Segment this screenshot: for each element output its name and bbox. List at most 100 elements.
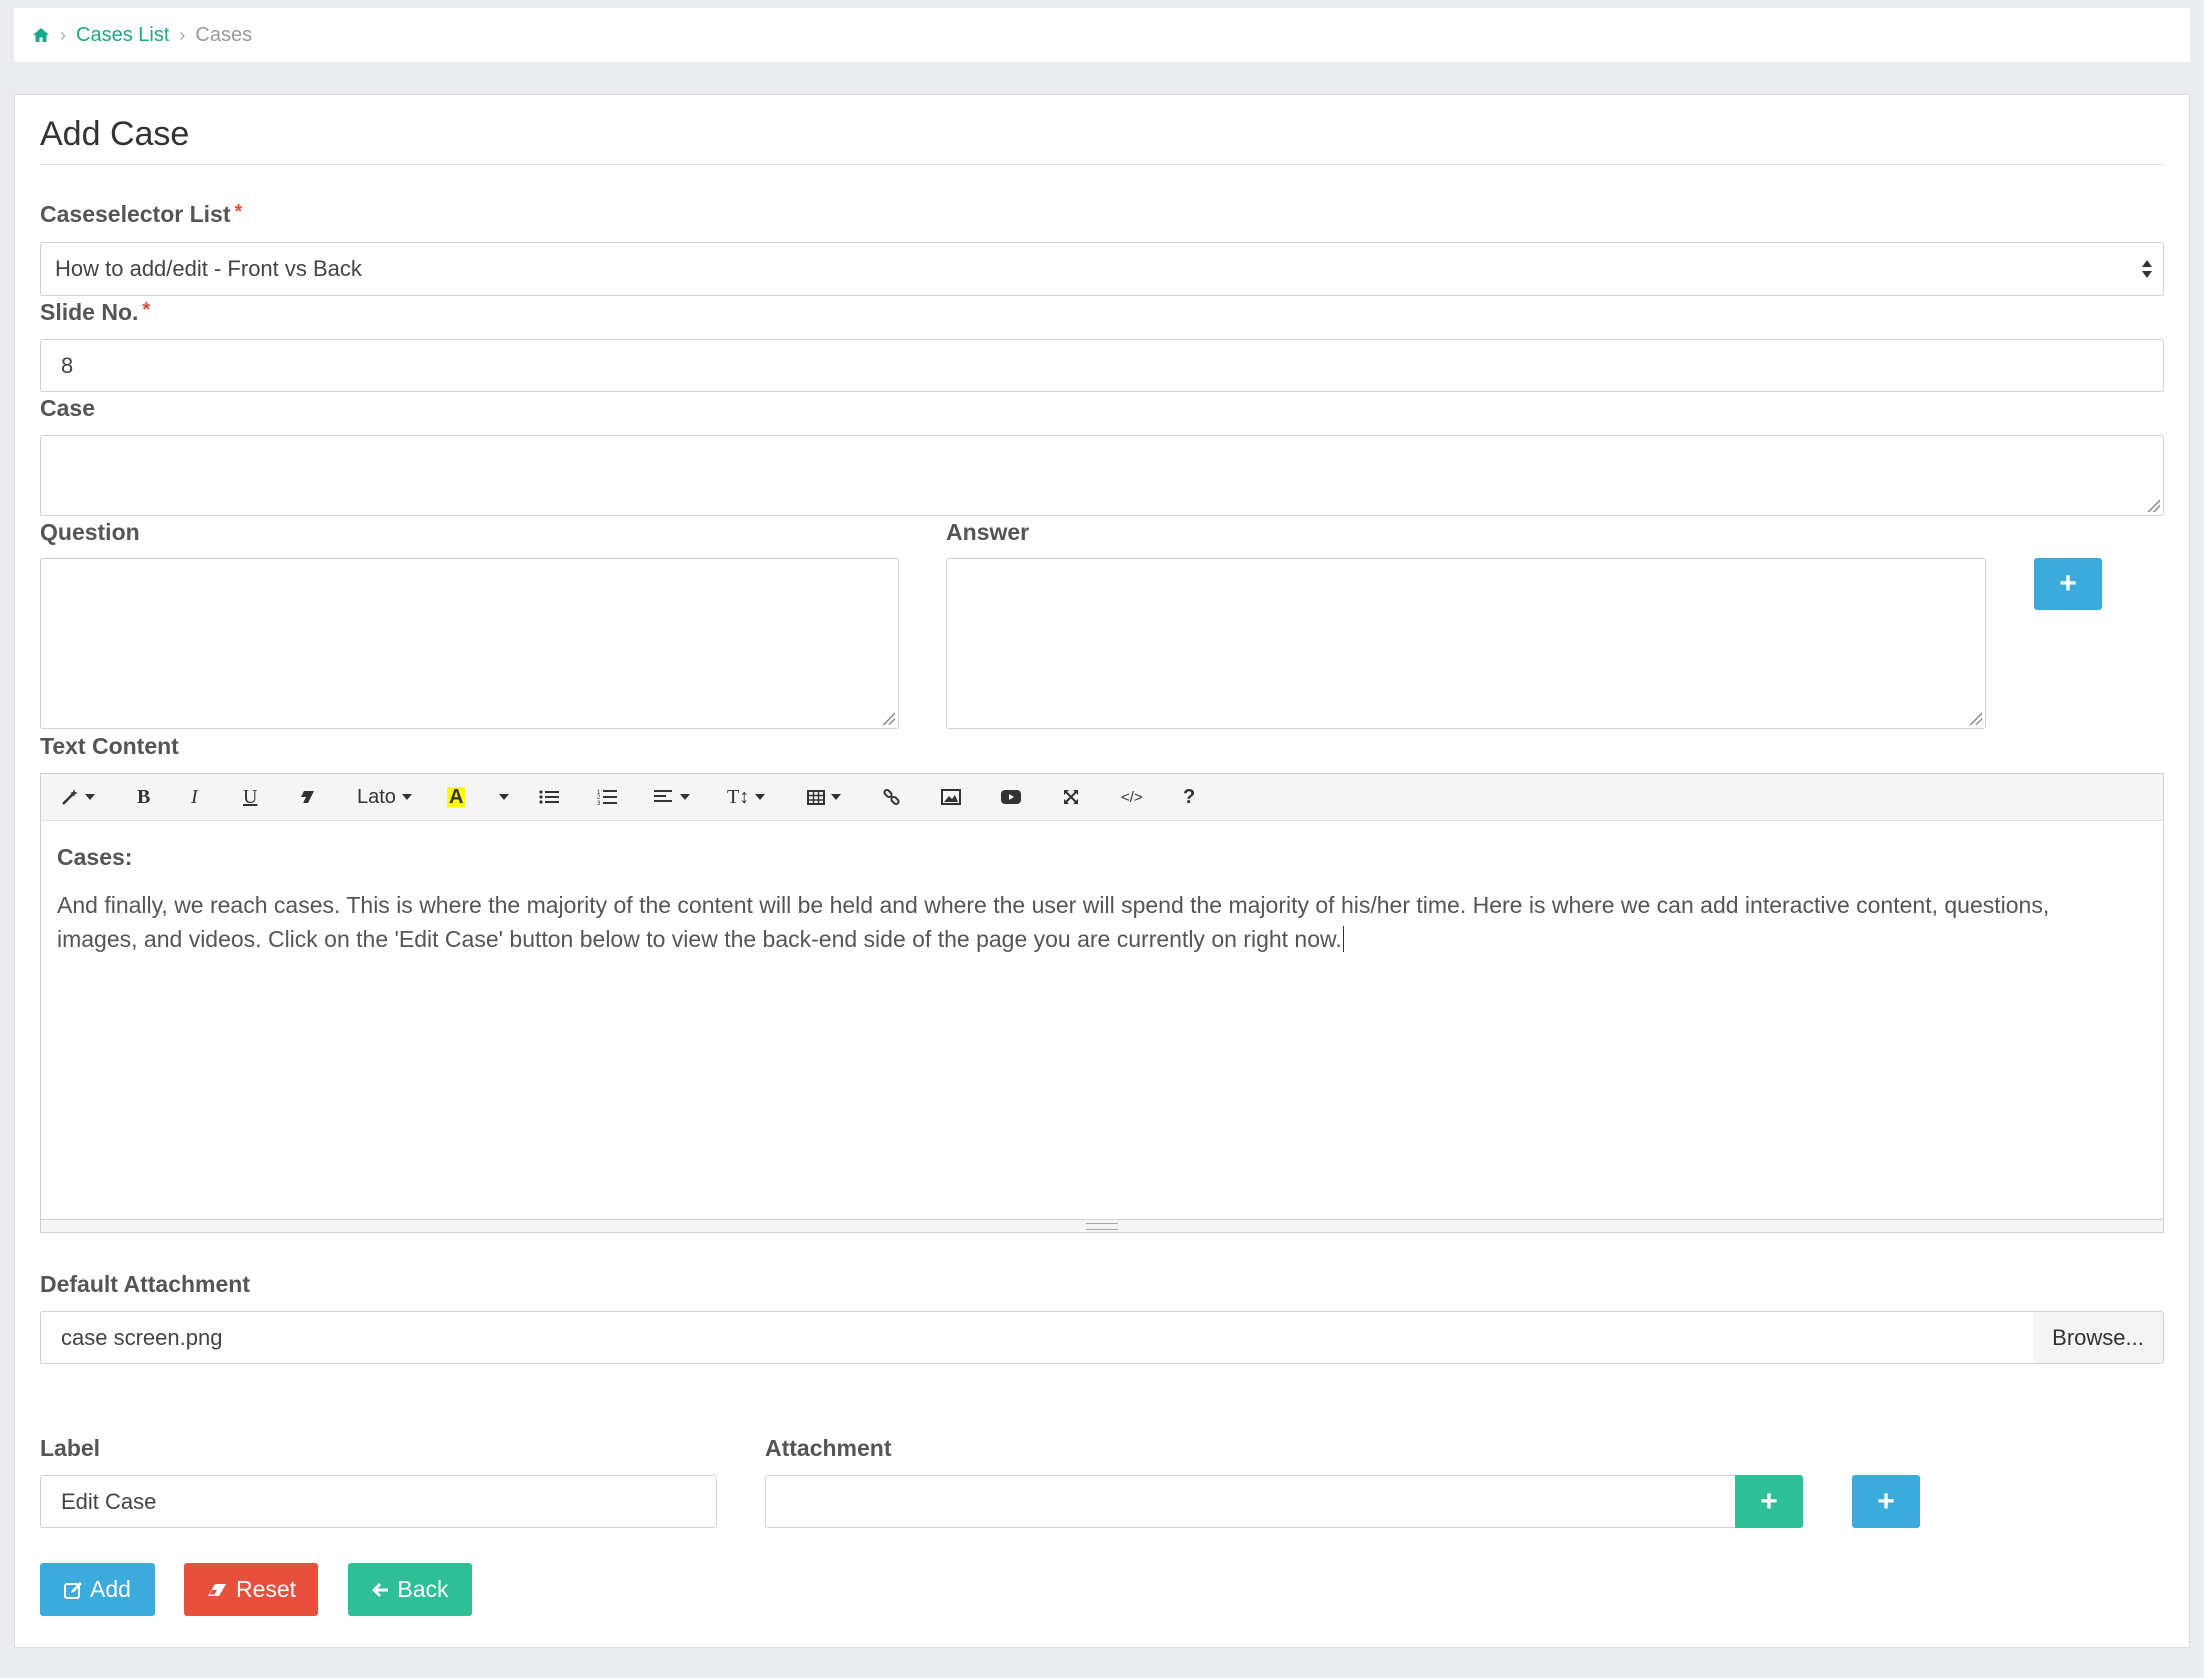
breadcrumb: › Cases List › Cases xyxy=(14,8,2190,62)
picture-button[interactable] xyxy=(941,774,961,820)
resize-handle[interactable] xyxy=(2146,498,2160,512)
font-family-button[interactable]: Lato xyxy=(357,774,412,820)
page-title: Add Case xyxy=(40,115,190,153)
arrow-left-icon xyxy=(372,1582,389,1597)
eraser-icon xyxy=(207,1583,226,1596)
slide-label: Slide No. * xyxy=(40,299,150,326)
paragraph-align-button[interactable] xyxy=(654,774,690,820)
content-body: And finally, we reach cases. This is whe… xyxy=(57,892,2050,952)
align-icon xyxy=(654,790,672,802)
eraser-icon xyxy=(298,791,314,803)
back-button-label: Back xyxy=(397,1576,449,1602)
reset-button[interactable]: Reset xyxy=(184,1563,318,1616)
fullscreen-icon xyxy=(1064,790,1078,804)
plus-icon: + xyxy=(1760,1484,1778,1518)
picture-icon xyxy=(941,789,961,805)
caseselector-select[interactable]: How to add/edit - Front vs Back xyxy=(40,242,2164,296)
question-label: Question xyxy=(40,519,140,545)
unordered-list-icon xyxy=(539,790,559,804)
video-icon xyxy=(1001,790,1021,804)
style-button[interactable] xyxy=(61,774,95,820)
line-height-button[interactable]: T↕ xyxy=(727,774,766,820)
editor-resize-bar[interactable] xyxy=(41,1219,2163,1232)
breadcrumb-separator: › xyxy=(179,24,186,45)
caret-icon xyxy=(755,794,766,800)
bold-button[interactable]: B xyxy=(137,774,150,820)
editor-content[interactable]: Cases: And finally, we reach cases. This… xyxy=(57,840,2103,956)
code-view-icon: </> xyxy=(1121,788,1143,806)
text-content-label: Text Content xyxy=(40,733,179,759)
default-attachment-label: Default Attachment xyxy=(40,1271,250,1297)
color-button[interactable]: A xyxy=(447,774,466,820)
browse-button[interactable]: Browse... xyxy=(2033,1311,2164,1364)
text-cursor: ​ xyxy=(1342,926,1344,952)
label-field-label: Label xyxy=(40,1435,101,1461)
table-button[interactable] xyxy=(807,774,841,820)
content-heading: Cases: xyxy=(57,844,133,870)
caret-icon xyxy=(499,794,509,800)
rich-text-editor: B I U Lato A 123 T↕ </> ? Cases: And fin… xyxy=(40,773,2164,1233)
plus-icon: + xyxy=(1877,1484,1895,1518)
back-button[interactable]: Back xyxy=(348,1563,472,1616)
attachment-label: Attachment xyxy=(765,1435,892,1461)
video-button[interactable] xyxy=(1001,774,1021,820)
content-paragraph: And finally, we reach cases. This is whe… xyxy=(57,888,2103,956)
reset-button-label: Reset xyxy=(235,1576,297,1602)
ordered-list-icon: 123 xyxy=(597,790,617,806)
slide-number-input[interactable]: 8 xyxy=(40,339,2164,392)
breadcrumb-separator: › xyxy=(60,24,66,45)
title-divider xyxy=(40,164,2164,165)
required-mark: * xyxy=(142,299,151,321)
add-attachment-button[interactable]: + xyxy=(1735,1475,1803,1528)
attachment-input[interactable] xyxy=(765,1475,1751,1528)
add-button[interactable]: Add xyxy=(40,1563,155,1616)
case-textarea[interactable] xyxy=(40,435,2164,516)
caret-icon xyxy=(85,794,95,800)
add-question-button[interactable]: + xyxy=(2034,558,2102,610)
link-button[interactable] xyxy=(883,774,901,820)
caseselector-value: How to add/edit - Front vs Back xyxy=(55,256,362,281)
answer-textarea[interactable] xyxy=(946,558,1986,729)
home-icon[interactable] xyxy=(32,27,50,43)
edit-icon xyxy=(64,1581,83,1599)
answer-label: Answer xyxy=(946,519,1030,545)
case-label: Case xyxy=(40,395,95,421)
question-textarea[interactable] xyxy=(40,558,899,729)
color-dropdown[interactable] xyxy=(493,774,509,820)
add-button-label: Add xyxy=(90,1576,131,1602)
grip-icon xyxy=(1086,1223,1118,1230)
magic-wand-icon xyxy=(62,789,78,805)
svg-text:3: 3 xyxy=(597,801,601,806)
code-view-button[interactable]: </> xyxy=(1121,774,1143,820)
unordered-list-button[interactable] xyxy=(539,774,559,820)
add-label-row-button[interactable]: + xyxy=(1852,1475,1920,1528)
label-value: Edit Case xyxy=(61,1488,157,1514)
select-arrows-icon xyxy=(2141,258,2153,286)
breadcrumb-cases-list[interactable]: Cases List xyxy=(76,24,169,47)
table-icon xyxy=(807,789,825,805)
required-mark: * xyxy=(234,201,243,223)
resize-handle[interactable] xyxy=(881,711,895,725)
slide-label-text: Slide No. xyxy=(40,299,139,325)
default-attachment-value: case screen.png xyxy=(61,1324,223,1350)
caret-icon xyxy=(401,794,412,800)
italic-button[interactable]: I xyxy=(191,774,198,820)
caseselector-label: Caseselector List * xyxy=(40,201,242,228)
fullscreen-button[interactable] xyxy=(1063,774,1079,820)
font-name: Lato xyxy=(357,785,396,808)
default-attachment-input[interactable]: case screen.png xyxy=(40,1311,2034,1364)
caret-icon xyxy=(680,794,690,800)
link-icon xyxy=(883,788,900,806)
underline-button[interactable]: U xyxy=(243,774,257,820)
help-button[interactable]: ? xyxy=(1183,774,1195,820)
label-input[interactable]: Edit Case xyxy=(40,1475,717,1528)
caseselector-label-text: Caseselector List xyxy=(40,201,231,227)
ordered-list-button[interactable]: 123 xyxy=(597,774,617,820)
editor-toolbar: B I U Lato A 123 T↕ </> ? xyxy=(41,774,2163,821)
slide-number-value: 8 xyxy=(61,352,74,378)
text-color-icon: A xyxy=(447,786,466,808)
clear-format-button[interactable] xyxy=(296,774,316,820)
line-height-icon: T↕ xyxy=(727,785,750,808)
resize-handle[interactable] xyxy=(1968,711,1982,725)
add-case-panel: Add Case Caseselector List * How to add/e… xyxy=(14,94,2190,1648)
